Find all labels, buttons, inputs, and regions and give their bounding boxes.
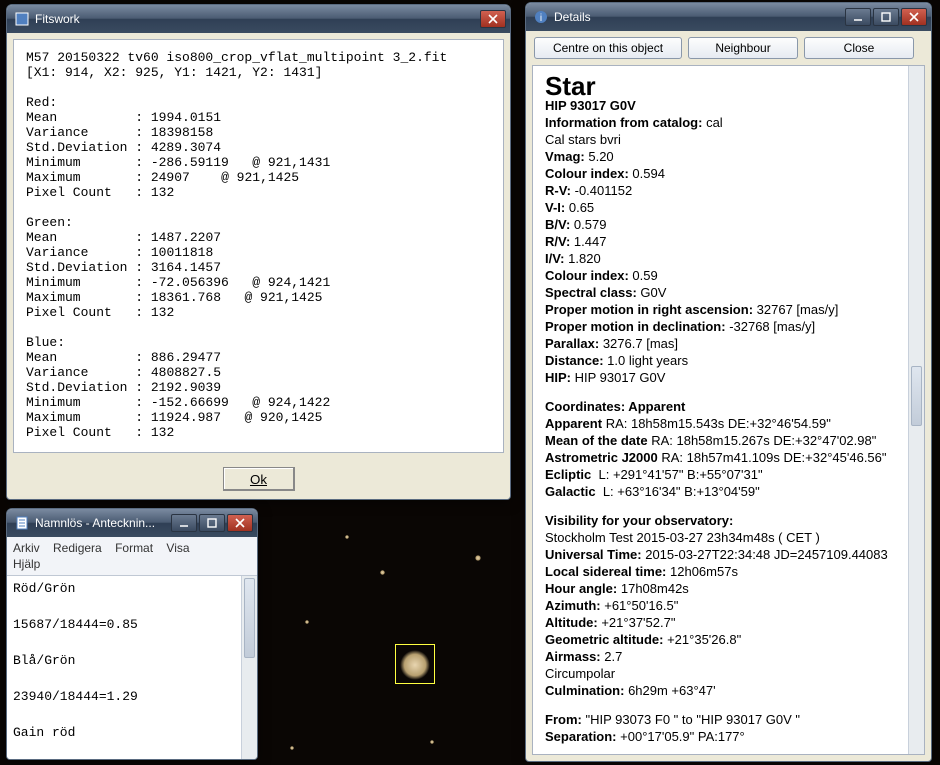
stats-panel: M57 20150322 tv60 iso800_crop_vflat_mult… <box>13 39 504 453</box>
maximize-button[interactable] <box>873 8 899 26</box>
close-button[interactable] <box>480 10 506 28</box>
text-line: Gain röd <box>13 724 251 742</box>
maximize-button[interactable] <box>199 514 225 532</box>
close-button-inline[interactable]: Close <box>804 37 914 59</box>
menu-visa[interactable]: Visa <box>166 541 189 555</box>
text-line: Blå/Grön <box>13 652 251 670</box>
button-row: Centre on this object Neighbour Close <box>526 31 931 65</box>
fitswork-window: Fitswork M57 20150322 tv60 iso800_crop_v… <box>6 4 511 500</box>
selection-box[interactable] <box>395 644 435 684</box>
scrollbar[interactable] <box>908 66 924 754</box>
svg-text:i: i <box>540 13 542 24</box>
object-heading: Star <box>545 78 914 95</box>
text-line: 23940/18444=1.29 <box>13 688 251 706</box>
background-star <box>430 740 434 744</box>
menu-redigera[interactable]: Redigera <box>53 541 102 555</box>
minimize-button[interactable] <box>171 514 197 532</box>
window-title: Details <box>554 10 845 24</box>
window-title: Fitswork <box>35 12 480 26</box>
menu-format[interactable]: Format <box>115 541 153 555</box>
menubar: Arkiv Redigera Format Visa Hjälp <box>7 537 257 575</box>
background-star <box>380 570 385 575</box>
background-star <box>345 535 349 539</box>
notepad-icon <box>15 516 29 530</box>
minimize-button[interactable] <box>845 8 871 26</box>
scrollbar-thumb[interactable] <box>244 578 255 658</box>
scrollbar-thumb[interactable] <box>911 366 922 426</box>
neighbour-button[interactable]: Neighbour <box>688 37 798 59</box>
ok-button[interactable]: Ok <box>223 467 295 491</box>
titlebar[interactable]: Namnlös - Antecknin... <box>7 509 257 537</box>
background-star <box>475 555 481 561</box>
background-star <box>305 620 309 624</box>
close-button[interactable] <box>901 8 927 26</box>
details-icon: i <box>534 10 548 24</box>
stats-text: M57 20150322 tv60 iso800_crop_vflat_mult… <box>26 50 491 440</box>
menu-arkiv[interactable]: Arkiv <box>13 541 40 555</box>
close-button[interactable] <box>227 514 253 532</box>
scrollbar[interactable] <box>241 576 257 759</box>
background-star <box>290 746 294 750</box>
app-icon <box>15 12 29 26</box>
content-panel: Star HIP 93017 G0V Information from cata… <box>532 65 925 755</box>
window-title: Namnlös - Antecknin... <box>35 516 171 530</box>
designation: HIP 93017 G0V <box>545 98 636 113</box>
details-window: i Details Centre on this object Neighbou… <box>525 2 932 762</box>
titlebar[interactable]: i Details <box>526 3 931 31</box>
text-line: 15687/18444=0.85 <box>13 616 251 634</box>
centre-button[interactable]: Centre on this object <box>534 37 682 59</box>
text-area[interactable]: Röd/Grön 15687/18444=0.85 Blå/Grön 23940… <box>7 575 257 759</box>
titlebar[interactable]: Fitswork <box>7 5 510 33</box>
notepad-window: Namnlös - Antecknin... Arkiv Redigera Fo… <box>6 508 258 760</box>
text-line: Röd/Grön <box>13 580 251 598</box>
menu-hjalp[interactable]: Hjälp <box>13 557 40 571</box>
